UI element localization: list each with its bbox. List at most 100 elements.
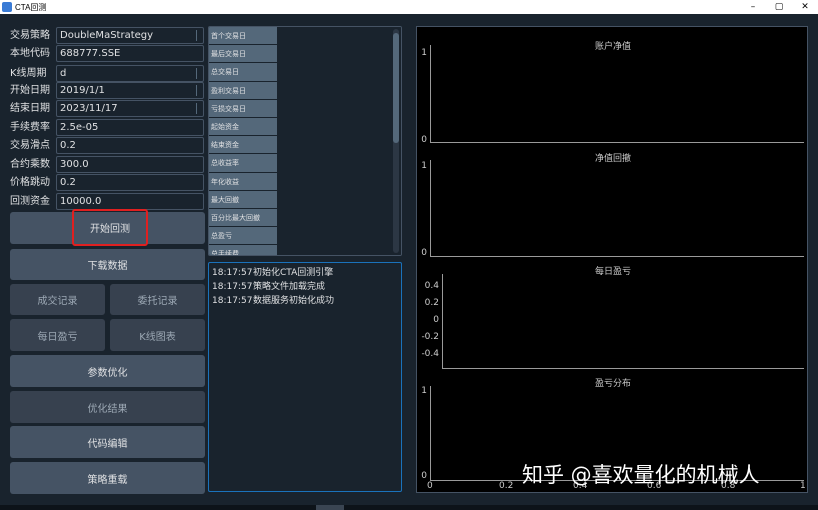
taskbar-strip <box>0 505 818 510</box>
y-tick-label: 1 <box>421 161 427 171</box>
param-label: 手续费率 <box>10 122 50 133</box>
param-row-rate: 手续费率 2.5e-05 <box>10 119 204 136</box>
param-row-capital: 回测资金 10000.0 <box>10 193 204 210</box>
y-tick-label: 0 <box>421 248 427 258</box>
log-time: 18:17:57 <box>212 282 253 292</box>
y-tick-label: 0 <box>433 315 439 325</box>
daily-pnl-chart: 每日盈亏 0.4 0.2 0 -0.2 -0.4 <box>417 258 809 370</box>
stat-label: 首个交易日 <box>209 27 277 45</box>
stat-label: 最大回撤 <box>209 190 277 208</box>
stat-label: 总收益率 <box>209 154 277 172</box>
chart-title: 盈亏分布 <box>594 379 631 389</box>
interval-combobox[interactable]: d <box>56 65 204 82</box>
stat-label: 结束资金 <box>209 136 277 154</box>
chart-title: 账户净值 <box>594 42 631 52</box>
y-axis <box>442 274 443 369</box>
stat-value <box>277 136 401 154</box>
maximize-button[interactable]: ▢ <box>766 2 792 12</box>
log-time: 18:17:57 <box>212 296 253 306</box>
charts-area: 账户净值 1 0 净值回撤 1 0 每日盈亏 0.4 0.2 0 -0.2 -0… <box>416 26 808 493</box>
y-tick-label: -0.4 <box>421 349 439 359</box>
param-label: 交易策略 <box>10 30 50 41</box>
stat-row: 结束资金 <box>209 136 401 155</box>
y-tick-label: -0.2 <box>421 332 439 342</box>
size-input[interactable]: 300.0 <box>56 156 204 173</box>
param-row-size: 合约乘数 300.0 <box>10 156 204 173</box>
stat-label: 亏损交易日 <box>209 99 277 117</box>
balance-chart: 账户净值 1 0 <box>417 27 809 145</box>
y-tick-label: 1 <box>421 386 427 396</box>
rate-input[interactable]: 2.5e-05 <box>56 119 204 136</box>
stat-row: 总收益率 <box>209 154 401 173</box>
stat-row: 总手续费 <box>209 245 401 255</box>
minimize-button[interactable]: – <box>740 2 766 12</box>
stat-row: 盈利交易日 <box>209 81 401 100</box>
strategy-combobox[interactable]: DoubleMaStrategy <box>56 27 204 44</box>
code-edit-button[interactable]: 代码编辑 <box>10 426 205 458</box>
stat-row: 起始资金 <box>209 117 401 137</box>
stat-label: 年化收益 <box>209 172 277 190</box>
start-backtest-button[interactable]: 开始回测 <box>72 209 148 246</box>
slippage-input[interactable]: 0.2 <box>56 137 204 154</box>
x-axis <box>430 256 804 257</box>
optimize-result-button[interactable]: 优化结果 <box>10 391 205 423</box>
log-message: 初始化CTA回测引擎 <box>253 268 334 278</box>
stat-label: 起始资金 <box>209 117 277 136</box>
param-label: 结束日期 <box>10 103 50 114</box>
order-records-button[interactable]: 委托记录 <box>110 284 205 315</box>
strategy-reload-button[interactable]: 策略重载 <box>10 462 205 494</box>
param-label: 本地代码 <box>10 48 50 59</box>
start-backtest-button-row: 开始回测 <box>10 209 205 246</box>
close-button[interactable]: ✕ <box>792 2 818 12</box>
log-message: 数据服务初始化成功 <box>253 296 335 306</box>
stat-value <box>277 208 401 227</box>
y-axis <box>430 386 431 481</box>
stat-label: 总交易日 <box>209 63 277 81</box>
stat-value <box>277 154 401 172</box>
param-optimize-button[interactable]: 参数优化 <box>10 355 205 387</box>
pricetick-input[interactable]: 0.2 <box>56 174 204 191</box>
y-tick-label: 1 <box>421 48 427 58</box>
stat-row: 最后交易日 <box>209 45 401 64</box>
stats-scrollbar[interactable] <box>393 29 399 253</box>
start-date-picker[interactable]: 2019/1/1 <box>56 82 204 99</box>
stat-value <box>277 81 401 99</box>
x-tick-label: 0 <box>427 481 433 491</box>
capital-input[interactable]: 10000.0 <box>56 193 204 210</box>
param-label: 价格跳动 <box>10 177 50 188</box>
stat-label: 百分比最大回撤 <box>209 208 277 227</box>
stat-value <box>277 63 401 81</box>
x-axis <box>442 368 804 369</box>
kline-chart-button[interactable]: K线图表 <box>110 319 205 351</box>
log-line: 18:17:57初始化CTA回测引擎 <box>212 266 398 280</box>
daily-pnl-button[interactable]: 每日盈亏 <box>10 319 105 351</box>
watermark: 知乎 @喜欢量化的机械人 <box>522 463 760 487</box>
chart-title: 每日盈亏 <box>594 267 631 277</box>
trade-records-button[interactable]: 成交记录 <box>10 284 105 315</box>
y-tick-label: 0 <box>421 471 427 481</box>
window-title: CTA回测 <box>15 2 47 12</box>
x-tick-label: 1 <box>800 481 806 491</box>
symbol-input[interactable]: 688777.SSE <box>56 45 204 62</box>
param-row-end-date: 结束日期 2023/11/17 <box>10 100 204 117</box>
log-line: 18:17:57策略文件加载完成 <box>212 280 398 294</box>
log-line: 18:17:57数据服务初始化成功 <box>212 294 398 308</box>
stat-row: 总交易日 <box>209 63 401 82</box>
stat-row: 亏损交易日 <box>209 99 401 118</box>
download-data-button[interactable]: 下载数据 <box>10 249 205 280</box>
param-row-start-date: 开始日期 2019/1/1 <box>10 82 204 99</box>
stat-value <box>277 27 401 45</box>
scroll-thumb[interactable] <box>393 33 399 143</box>
param-label: 开始日期 <box>10 85 50 96</box>
statistics-table: 首个交易日 最后交易日 总交易日 盈利交易日 亏损交易日 起始资金 结束资金 总… <box>208 26 402 256</box>
log-panel: 18:17:57初始化CTA回测引擎 18:17:57策略文件加载完成 18:1… <box>208 262 402 492</box>
stat-value <box>277 99 401 117</box>
param-row-strategy: 交易策略 DoubleMaStrategy <box>10 27 204 44</box>
param-row-slippage: 交易滑点 0.2 <box>10 137 204 154</box>
stat-row: 最大回撤 <box>209 190 401 209</box>
stat-value <box>277 190 401 208</box>
end-date-picker[interactable]: 2023/11/17 <box>56 100 204 117</box>
stat-row: 总盈亏 <box>209 227 401 246</box>
y-tick-label: 0.4 <box>424 281 439 291</box>
param-label: 合约乘数 <box>10 159 50 170</box>
